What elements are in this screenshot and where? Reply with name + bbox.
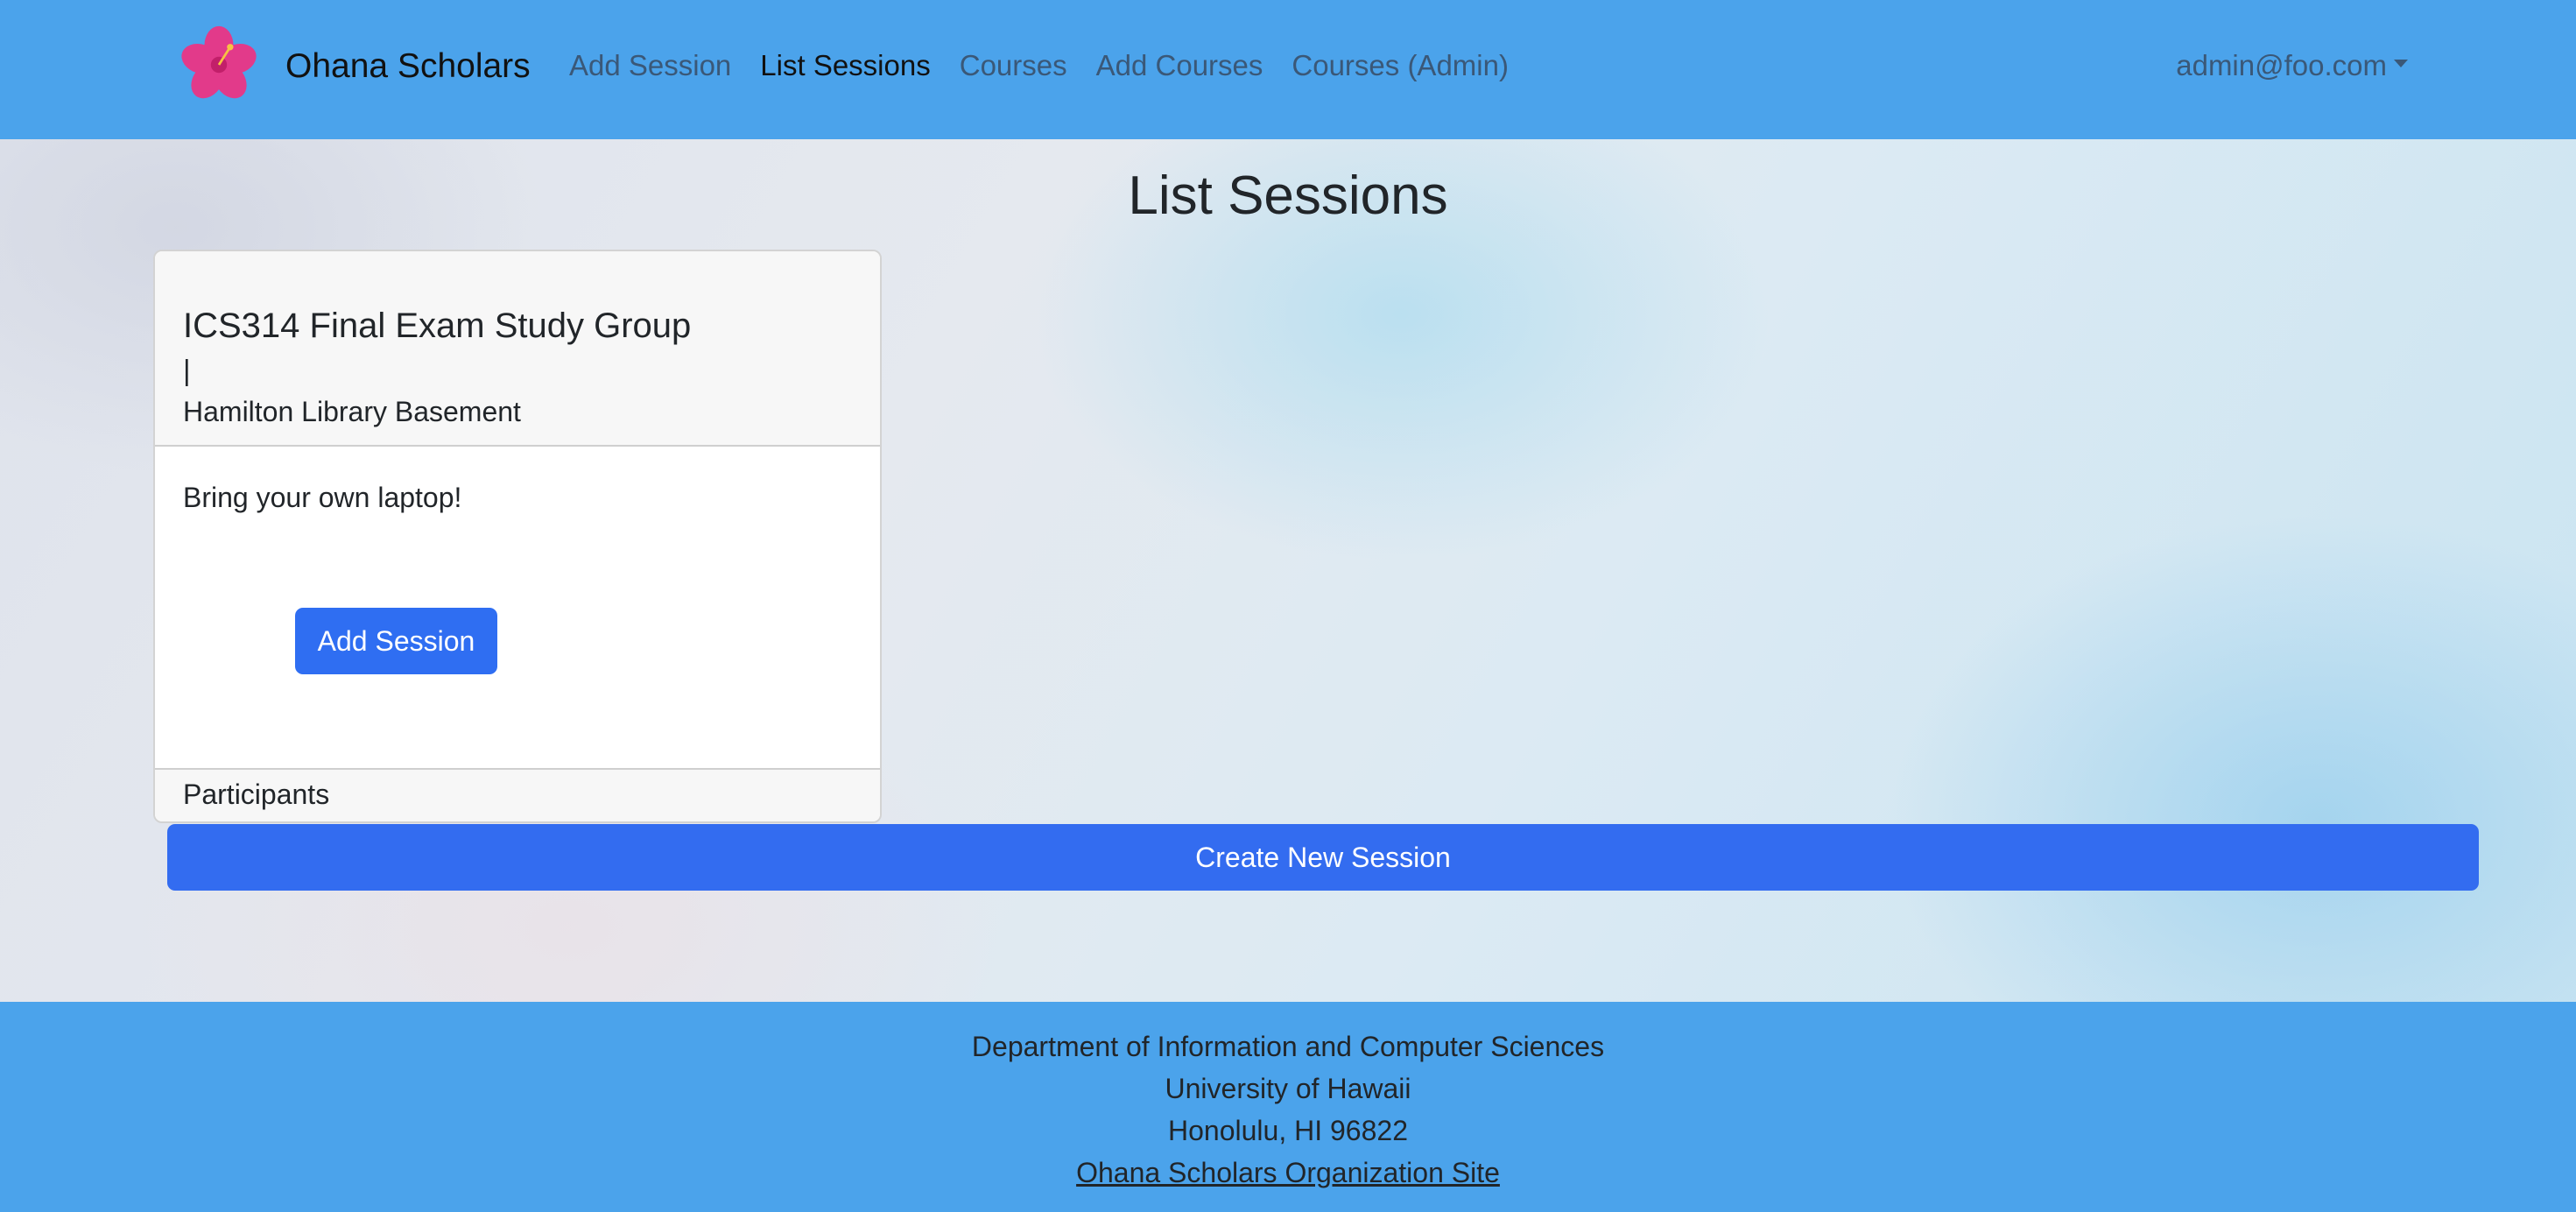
footer-university: University of Hawaii (1165, 1073, 1411, 1104)
participants-label: Participants (183, 779, 330, 810)
nav-link-courses-admin[interactable]: Courses (Admin) (1292, 49, 1509, 82)
hibiscus-icon (179, 25, 259, 109)
user-email[interactable]: admin@foo.com (2176, 49, 2387, 82)
session-description: Bring your own laptop! (183, 482, 462, 513)
session-location: Hamilton Library Basement (183, 396, 521, 427)
nav-link-courses[interactable]: Courses (960, 49, 1067, 82)
session-card-header: ICS314 Final Exam Study Group | Hamilton… (155, 251, 880, 447)
caret-down-icon[interactable] (2394, 59, 2408, 67)
nav-links: Add Session List Sessions Courses Add Co… (569, 49, 1538, 82)
session-card: ICS314 Final Exam Study Group | Hamilton… (153, 250, 882, 823)
add-session-button[interactable]: Add Session (295, 608, 497, 674)
session-card-footer: Participants (155, 768, 880, 821)
nav-link-add-session[interactable]: Add Session (569, 49, 731, 82)
session-title: ICS314 Final Exam Study Group (183, 307, 692, 345)
footer: Department of Information and Computer S… (0, 1002, 2576, 1212)
brand-name[interactable]: Ohana Scholars (285, 47, 531, 86)
navbar: Ohana Scholars Add Session List Sessions… (0, 0, 2576, 139)
user-menu-dropdown[interactable]: admin@foo.com (2176, 49, 2408, 82)
footer-department: Department of Information and Computer S… (971, 1031, 1605, 1062)
brand[interactable]: Ohana Scholars (179, 25, 531, 109)
create-new-session-button[interactable]: Create New Session (167, 824, 2479, 891)
footer-link-wrapper: Ohana Scholars Organization Site (0, 1157, 2576, 1189)
organization-site-link[interactable]: Ohana Scholars Organization Site (1076, 1157, 1500, 1188)
session-separator: | (183, 354, 191, 386)
footer-address: Honolulu, HI 96822 (1168, 1115, 1408, 1146)
nav-link-add-courses[interactable]: Add Courses (1096, 49, 1263, 82)
page-title: List Sessions (1128, 166, 1448, 226)
nav-link-list-sessions[interactable]: List Sessions (760, 49, 930, 82)
